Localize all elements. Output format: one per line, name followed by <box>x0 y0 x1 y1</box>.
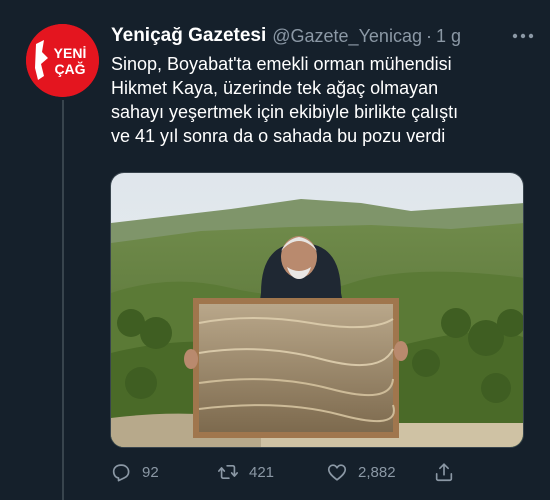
reply-icon <box>112 464 130 482</box>
share-icon <box>435 463 453 482</box>
tweet-text: Sinop, Boyabat'ta emekli orman mühendisi… <box>111 52 531 148</box>
tweet-time[interactable]: 1 g <box>436 26 461 47</box>
thread-line <box>62 100 64 500</box>
like-button[interactable]: 2,882 <box>326 458 396 486</box>
yenicag-logo: YENİ ÇAĞ <box>26 24 99 97</box>
like-count: 2,882 <box>358 463 396 481</box>
author-name[interactable]: Yeniçağ Gazetesi <box>111 25 266 47</box>
retweet-icon <box>218 464 238 480</box>
svg-text:YENİ: YENİ <box>54 45 87 61</box>
author-handle[interactable]: @Gazete_Yenicag <box>272 26 422 47</box>
tweet-text-line: Sinop, Boyabat'ta emekli orman mühendisi <box>111 54 452 74</box>
tweet-text-line: ve 41 yıl sonra da o sahada bu pozu verd… <box>111 126 446 146</box>
avatar[interactable]: YENİ ÇAĞ <box>26 24 99 97</box>
reply-count: 92 <box>142 463 159 481</box>
tweet-text-line: sahayı yeşertmek için ekibiyle birlikte … <box>111 102 459 122</box>
more-dots-icon[interactable] <box>510 26 536 46</box>
svg-text:ÇAĞ: ÇAĞ <box>54 60 85 77</box>
tweet-actions: 92 421 2,882 <box>110 458 530 486</box>
share-button[interactable] <box>433 458 465 486</box>
retweet-count: 421 <box>249 463 275 481</box>
heart-icon <box>327 464 347 481</box>
separator-dot: · <box>425 25 432 46</box>
retweet-button[interactable]: 421 <box>217 458 274 486</box>
tweet-text-line: Hikmet Kaya, üzerinde tek ağaç olmayan <box>111 78 439 98</box>
reply-button[interactable]: 92 <box>110 458 159 486</box>
tweet-photo[interactable] <box>110 172 524 448</box>
tweet[interactable]: YENİ ÇAĞ Yeniçağ Gazetesi @Gazete_Yenica… <box>0 0 550 500</box>
tweet-header: Yeniçağ Gazetesi @Gazete_Yenicag · 1 g <box>111 22 536 50</box>
